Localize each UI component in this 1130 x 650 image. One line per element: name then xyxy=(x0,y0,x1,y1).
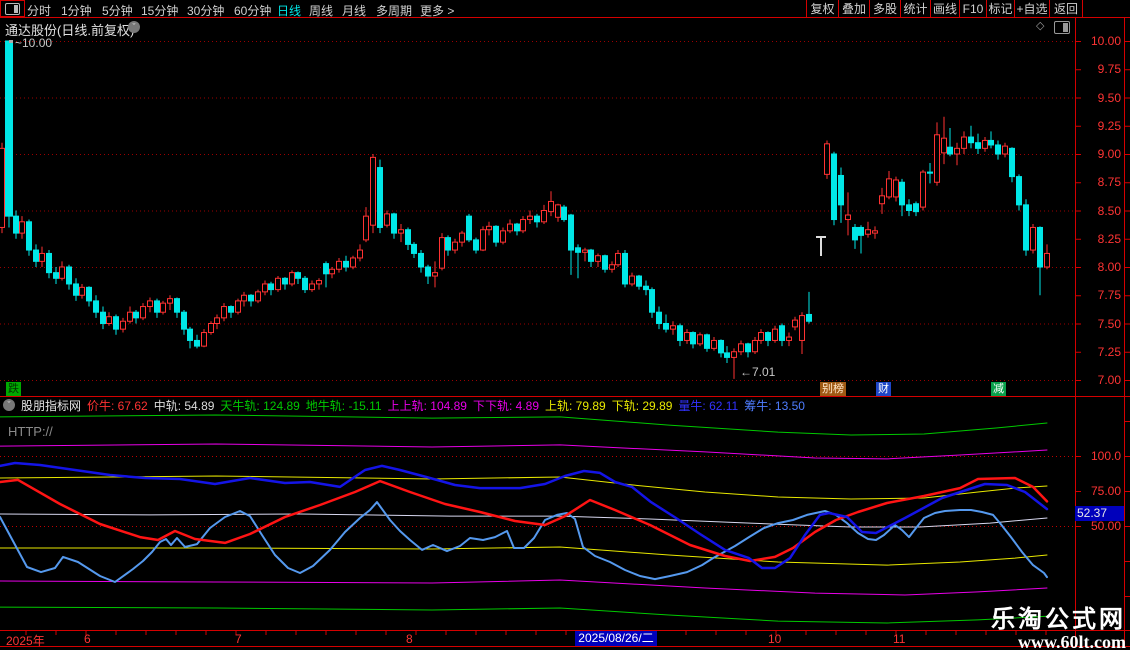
menu-period-11[interactable]: 更多 > xyxy=(420,2,454,19)
indicator-tick-label: 100.0 xyxy=(1077,449,1121,463)
date-tick-label: 8 xyxy=(406,632,413,646)
menu-period-10[interactable]: 多周期 xyxy=(376,2,412,19)
indicator-field-下轨: 下轨: 29.89 xyxy=(612,399,673,413)
event-badge-减[interactable]: 减 xyxy=(991,382,1006,396)
menu-tool-3[interactable]: 多股 xyxy=(869,0,900,17)
watermark-site-name: 乐淘公式网 xyxy=(991,599,1126,634)
menu-period-6[interactable]: 60分钟 xyxy=(234,2,271,19)
watermark-site-url: www.60lt.com xyxy=(991,632,1126,650)
indicator-field-地牛轨: 地牛轨: -15.11 xyxy=(306,399,382,413)
menu-period-5[interactable]: 30分钟 xyxy=(187,2,224,19)
top-menu-bar: 分时 1分钟 5分钟 15分钟 30分钟 60分钟日线周线月线多周期更多 > 复权叠加多股… xyxy=(0,0,1130,17)
price-tick-label: 8.25 xyxy=(1077,232,1121,246)
indicator-field-天牛轨: 天牛轨: 124.89 xyxy=(220,399,299,413)
high-price-marker: ~10.00 xyxy=(15,36,52,50)
date-tick-label: 6 xyxy=(84,632,91,646)
diamond-icon[interactable]: ◇ xyxy=(1036,19,1044,32)
indicator-field-中轨: 中轨: 54.89 xyxy=(154,399,215,413)
price-tick-label: 9.00 xyxy=(1077,147,1121,161)
price-tick-label: 10.00 xyxy=(1077,34,1121,48)
price-tick-label: 9.75 xyxy=(1077,62,1121,76)
menu-tool-6[interactable]: F10 xyxy=(959,0,986,17)
menu-tool-9[interactable]: 返回 xyxy=(1049,0,1083,17)
window-icon[interactable] xyxy=(1054,21,1070,34)
date-tick-label: 2025年 xyxy=(6,632,45,649)
menu-period-1[interactable]: 分时 xyxy=(27,2,51,19)
price-tick-label: 8.50 xyxy=(1077,204,1121,218)
indicator-field-筹牛: 筹牛: 13.50 xyxy=(744,399,805,413)
event-badge-别榜[interactable]: 别榜 xyxy=(820,382,846,396)
cursor-date-badge: 2025/08/26/二 xyxy=(575,631,657,646)
indicator-field-上上轨: 上上轨: 104.89 xyxy=(388,399,467,413)
date-axis[interactable]: 2025年 6 7 8 10 11 2025/08/26/二 xyxy=(0,630,1130,647)
price-tick-label: 7.00 xyxy=(1077,373,1121,387)
menu-tool-4[interactable]: 统计 xyxy=(900,0,930,17)
date-tick-label: 11 xyxy=(893,632,905,646)
menu-period-2[interactable]: 1分钟 xyxy=(61,2,92,19)
menu-period-7[interactable]: 日线 xyxy=(277,2,301,19)
indicator-url-label: HTTP:// xyxy=(8,424,53,439)
collapse-chart-icon[interactable]: ˇ xyxy=(128,21,140,33)
low-price-marker: ←7.01 xyxy=(740,365,775,379)
price-tick-label: 7.50 xyxy=(1077,317,1121,331)
event-badge-跌[interactable]: 跌 xyxy=(6,382,21,396)
indicator-name[interactable]: 股朋指标网 xyxy=(21,397,81,414)
price-tick-label: 7.25 xyxy=(1077,345,1121,359)
collapse-indicator-icon[interactable]: ˇ xyxy=(3,399,15,411)
layout-icon[interactable] xyxy=(0,0,25,17)
menu-tool-1[interactable]: 复权 xyxy=(806,0,838,17)
indicator-field-下下轨: 下下轨: 4.89 xyxy=(473,399,539,413)
menu-period-4[interactable]: 15分钟 xyxy=(141,2,178,19)
menu-tool-5[interactable]: 画线 xyxy=(930,0,959,17)
menu-tool-2[interactable]: 叠加 xyxy=(838,0,869,17)
indicator-values: 价牛: 67.62 中轨: 54.89 天牛轨: 124.89 地牛轨: -15.11… xyxy=(87,397,811,414)
menu-period-8[interactable]: 周线 xyxy=(309,2,333,19)
chart-canvas[interactable] xyxy=(0,0,1130,650)
indicator-field-价牛: 价牛: 67.62 xyxy=(87,399,148,413)
price-tick-label: 9.50 xyxy=(1077,91,1121,105)
event-badge-财[interactable]: 财 xyxy=(876,382,891,396)
indicator-field-量牛: 量牛: 62.11 xyxy=(678,399,738,413)
cursor-value-badge: 52.37 xyxy=(1075,506,1124,521)
watermark: 乐淘公式网 www.60lt.com xyxy=(991,599,1126,650)
indicator-tick-label: 50.00 xyxy=(1077,519,1121,533)
date-tick-label: 7 xyxy=(235,632,242,646)
price-tick-label: 9.25 xyxy=(1077,119,1121,133)
indicator-tick-label: 75.00 xyxy=(1077,484,1121,498)
menu-period-9[interactable]: 月线 xyxy=(342,2,366,19)
indicator-field-上轨: 上轨: 79.89 xyxy=(545,399,606,413)
indicator-header: ˇ 股朋指标网 价牛: 67.62 中轨: 54.89 天牛轨: 124.89 地牛轨… xyxy=(3,398,811,412)
app-window: 分时 1分钟 5分钟 15分钟 30分钟 60分钟日线周线月线多周期更多 > 复权叠加多股… xyxy=(0,0,1130,650)
price-tick-label: 8.00 xyxy=(1077,260,1121,274)
menu-period-3[interactable]: 5分钟 xyxy=(102,2,133,19)
menu-tool-8[interactable]: +自选 xyxy=(1014,0,1049,17)
price-tick-label: 7.75 xyxy=(1077,288,1121,302)
price-tick-label: 8.75 xyxy=(1077,175,1121,189)
date-tick-label: 10 xyxy=(768,632,781,646)
menu-tool-7[interactable]: 标记 xyxy=(986,0,1014,17)
